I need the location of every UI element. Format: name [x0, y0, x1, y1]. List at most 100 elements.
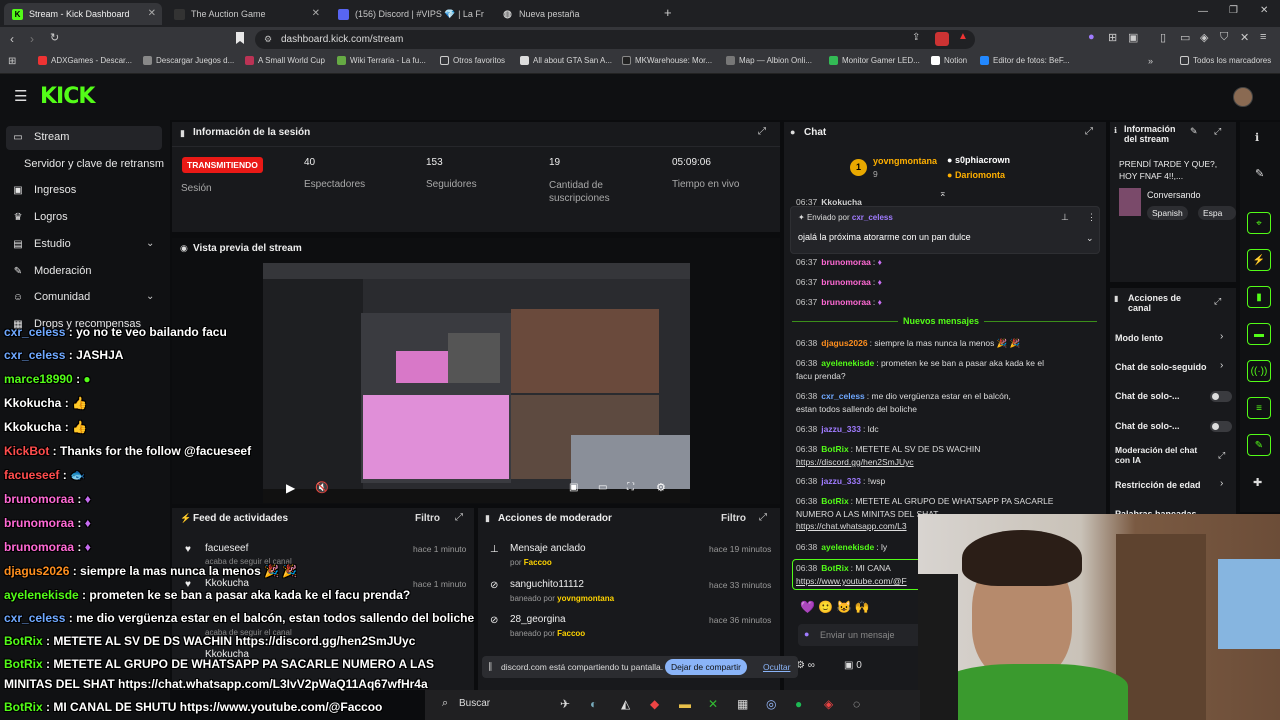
top-user[interactable]: ● Dariomonta	[947, 170, 1005, 180]
taskbar-app-icon[interactable]: ◈	[824, 697, 833, 711]
pip-icon[interactable]: ▣	[569, 482, 578, 493]
emotes-only-toggle[interactable]	[1210, 421, 1232, 432]
tab-auction-game[interactable]: The Auction Game ✕	[166, 3, 326, 25]
minimize-icon[interactable]: —	[1198, 6, 1208, 17]
tag[interactable]: Espa	[1198, 206, 1236, 220]
new-tab-icon[interactable]: +	[664, 5, 672, 20]
tag[interactable]: Spanish	[1147, 206, 1188, 220]
sidebar-item-stream[interactable]: ▭ Stream	[12, 131, 69, 143]
taskbar-app-icon[interactable]: ▦	[737, 697, 748, 711]
chevron-down-icon[interactable]: ⌄	[146, 291, 154, 302]
share-icon[interactable]: ⇪	[912, 32, 920, 43]
bookmark-item[interactable]: Notion	[931, 56, 967, 65]
expand-icon[interactable]: ⤢	[455, 512, 463, 523]
action-slow-mode[interactable]: Modo lento	[1115, 333, 1163, 343]
expand-icon[interactable]: ⤢	[1214, 126, 1221, 137]
tab-new-tab[interactable]: ◍ Nueva pestaña	[494, 3, 654, 25]
play-icon[interactable]: ▶	[286, 481, 295, 495]
avatar[interactable]	[1233, 87, 1253, 107]
stack-icon[interactable]: ≡	[1247, 397, 1271, 419]
shield-icon[interactable]: ⛉	[1220, 31, 1228, 44]
sidebar-toggle-icon[interactable]: ▯	[1160, 31, 1166, 44]
hide-button[interactable]: Ocultar	[763, 662, 790, 672]
bookmark-item[interactable]: All about GTA San A...	[520, 56, 612, 65]
extension-icon[interactable]: ▣	[1128, 31, 1138, 44]
close-tab-icon[interactable]: ✕	[312, 8, 320, 19]
settings-icon[interactable]: ⚙ ∞	[796, 660, 815, 671]
tab-discord[interactable]: (156) Discord | #VIPS 💎 | La Fr	[330, 3, 490, 25]
more-bookmarks-icon[interactable]: »	[1148, 56, 1153, 66]
taskbar-search[interactable]: Buscar	[459, 698, 490, 709]
sidebar-item-studio[interactable]: ▤ Estudio	[12, 238, 70, 250]
bookmark-folder[interactable]: Todos los marcadores	[1180, 56, 1271, 65]
rewards-icon[interactable]: ▲	[958, 31, 968, 42]
raid-icon[interactable]: ⌖	[1247, 212, 1271, 234]
xbox-icon[interactable]: ✕	[708, 697, 718, 711]
steam-icon[interactable]: ◎	[766, 697, 776, 711]
sidebar-item-income[interactable]: ▣ Ingresos	[12, 184, 76, 196]
action-emotes-only[interactable]: Chat de solo-...	[1115, 421, 1180, 431]
taskbar-app-icon[interactable]: ✈	[560, 697, 570, 711]
bookmark-item[interactable]: Monitor Gamer LED...	[829, 56, 920, 65]
fullscreen-icon[interactable]: ⛶	[627, 482, 634, 493]
kick-logo[interactable]: KICK	[40, 84, 95, 109]
filter-button[interactable]: Filtro	[415, 513, 440, 524]
bookmark-item[interactable]: Wiki Terraria - La fu...	[337, 56, 426, 65]
more-icon[interactable]: ⋮	[1087, 212, 1096, 223]
theater-icon[interactable]: ▭	[598, 482, 607, 493]
action-followers-only[interactable]: Chat de solo-seguido	[1115, 362, 1207, 372]
broadcast-icon[interactable]: ((·))	[1247, 360, 1271, 382]
wallet-icon[interactable]: ▭	[1180, 31, 1190, 44]
sidebar-item-achievements[interactable]: ♛ Logros	[12, 211, 68, 223]
unpin-icon[interactable]: ⊥	[1061, 212, 1069, 223]
pinned-message[interactable]: ✦ Enviado por cxr_celess ojalá la próxim…	[790, 206, 1100, 254]
folder-icon[interactable]: ▬	[679, 697, 691, 711]
edit-icon[interactable]: ✎	[1255, 167, 1264, 180]
close-tab-icon[interactable]: ✕	[148, 8, 156, 19]
gear-icon[interactable]: ⚙	[656, 481, 666, 494]
hamburger-menu-icon[interactable]: ☰	[14, 87, 27, 105]
chevron-right-icon[interactable]: ›	[1220, 478, 1223, 489]
action-age-restriction[interactable]: Restricción de edad	[1115, 480, 1201, 490]
bookmark-icon[interactable]	[236, 32, 244, 44]
bolt-icon[interactable]: ⚡	[1247, 249, 1271, 271]
chat-link[interactable]: https://www.youtube.com/@F	[796, 576, 907, 586]
apps-grid-icon[interactable]: ⊞	[8, 56, 16, 67]
menu-icon[interactable]: ≡	[1260, 31, 1266, 43]
expand-icon[interactable]: ⤢	[758, 126, 766, 137]
edit-icon[interactable]: ✎	[1190, 126, 1198, 137]
bookmark-item[interactable]: A Small World Cup	[245, 56, 325, 65]
close-icon[interactable]: ✕	[1240, 31, 1249, 44]
bookmark-folder[interactable]: Otros favoritos	[440, 56, 505, 65]
top-gifter-name[interactable]: yovngmontana	[873, 156, 937, 166]
wrench-icon[interactable]: ✎	[1247, 434, 1271, 456]
stream-video[interactable]	[263, 263, 690, 503]
expand-icon[interactable]: ⤢	[1085, 126, 1093, 137]
forward-icon[interactable]: ›	[30, 32, 34, 46]
taskbar-app-icon[interactable]: ◭	[621, 697, 630, 711]
stop-sharing-button[interactable]: Dejar de compartir	[665, 659, 747, 675]
spotify-icon[interactable]: ●	[795, 697, 802, 711]
bookmark-item[interactable]: Descargar Juegos d...	[143, 56, 234, 65]
action-ai-moderation[interactable]: Moderación del chat con IA	[1115, 445, 1205, 465]
top-user[interactable]: ● s0phiacrown	[947, 155, 1010, 165]
taskbar-app-icon[interactable]: ◐	[590, 697, 597, 711]
action-subs-only[interactable]: Chat de solo-...	[1115, 391, 1180, 401]
chevron-right-icon[interactable]: ›	[1220, 331, 1223, 342]
chevron-right-icon[interactable]: ›	[1220, 360, 1223, 371]
chat-icon[interactable]: ▬	[1247, 323, 1271, 345]
close-window-icon[interactable]: ✕	[1260, 5, 1268, 16]
tab-kick-dashboard[interactable]: K Stream - Kick Dashboard ✕	[4, 3, 162, 25]
brave-shield-icon[interactable]	[935, 32, 949, 46]
chevron-down-icon[interactable]: ⌄	[146, 238, 154, 249]
emote-row[interactable]: 💜 🙂 😺 🙌	[800, 600, 870, 614]
collapse-icon[interactable]: ⌅	[939, 188, 947, 199]
bookmark-item[interactable]: Map — Albion Onli...	[726, 56, 812, 65]
puzzle-icon[interactable]: ✚	[1253, 476, 1262, 489]
url-input[interactable]: ⚙ dashboard.kick.com/stream	[255, 30, 975, 49]
back-icon[interactable]: ‹	[10, 32, 14, 46]
bookmark-item[interactable]: ADXGames - Descar...	[38, 56, 132, 65]
reload-icon[interactable]: ↻	[50, 31, 59, 44]
taskbar-app-icon[interactable]: ◌	[853, 697, 860, 711]
extension-icon[interactable]: ●	[1088, 31, 1095, 43]
